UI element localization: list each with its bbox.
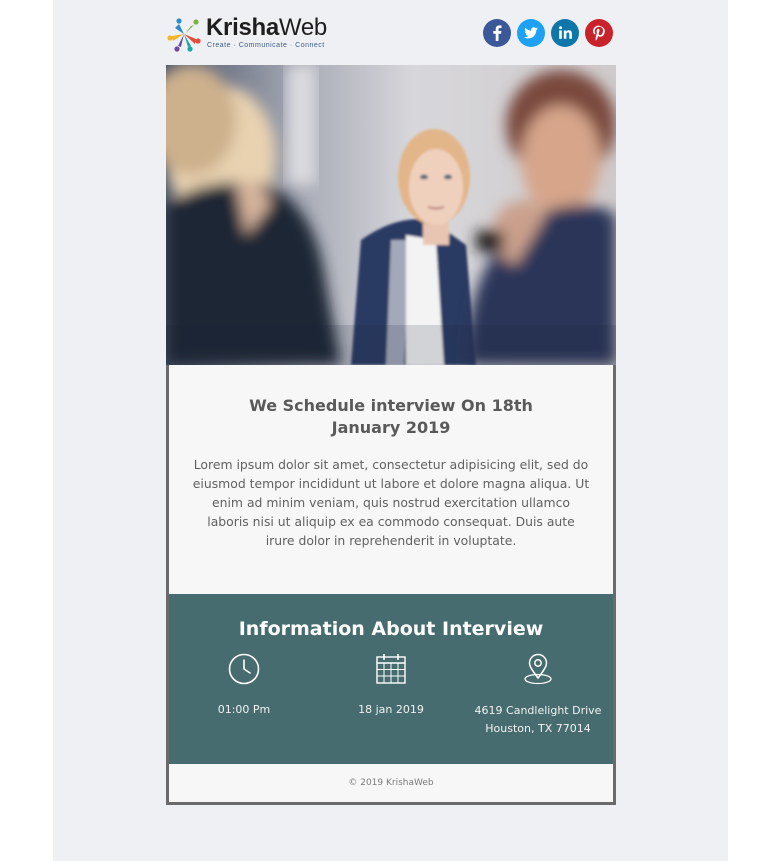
email-header: KrishaWeb Create · Communicate · Connect <box>166 0 616 65</box>
brand-name: KrishaWeb <box>206 16 327 40</box>
map-pin-icon <box>524 653 552 685</box>
location-line-2: Houston, TX 77014 <box>485 722 591 735</box>
brand-name-bold: Krisha <box>206 14 279 41</box>
intro-section: We Schedule interview On 18th January 20… <box>169 365 613 594</box>
pinterest-icon <box>585 19 613 47</box>
clock-icon <box>228 653 260 685</box>
facebook-icon <box>483 19 511 47</box>
interview-info-section: Information About Interview 01:00 Pm 18 … <box>169 594 613 764</box>
info-location: 4619 Candlelight Drive Houston, TX 77014 <box>463 652 613 738</box>
social-links <box>483 19 613 47</box>
body-text: Lorem ipsum dolor sit amet, consectetur … <box>192 457 590 548</box>
calendar-icon <box>376 654 406 684</box>
location-line-1: 4619 Candlelight Drive <box>474 704 602 717</box>
pinterest-link[interactable] <box>585 19 613 47</box>
brand-logo[interactable]: KrishaWeb Create · Communicate · Connect <box>166 16 327 56</box>
info-time: 01:00 Pm <box>169 652 319 719</box>
twitter-link[interactable] <box>517 19 545 47</box>
interview-date: 18 jan 2019 <box>358 703 424 716</box>
linkedin-link[interactable] <box>551 19 579 47</box>
info-date: 18 jan 2019 <box>316 652 466 719</box>
twitter-icon <box>517 19 545 47</box>
interview-location: 4619 Candlelight Drive Houston, TX 77014 <box>463 702 613 738</box>
linkedin-icon <box>551 19 579 47</box>
content-card: We Schedule interview On 18th January 20… <box>166 365 616 805</box>
interview-time: 01:00 Pm <box>217 703 271 716</box>
email-container: KrishaWeb Create · Communicate · Connect <box>166 0 616 805</box>
email-footer: © 2019 KrishaWeb <box>169 764 613 802</box>
hero-image <box>166 65 616 365</box>
facebook-link[interactable] <box>483 19 511 47</box>
brand-tagline: Create · Communicate · Connect <box>207 42 325 49</box>
logo-mark-icon <box>167 18 201 52</box>
info-title: Information About Interview <box>238 618 544 640</box>
brand-name-regular: Web <box>278 14 327 41</box>
headline: We Schedule interview On 18th January 20… <box>249 396 533 437</box>
logo-text: KrishaWeb Create · Communicate · Connect <box>206 16 327 50</box>
